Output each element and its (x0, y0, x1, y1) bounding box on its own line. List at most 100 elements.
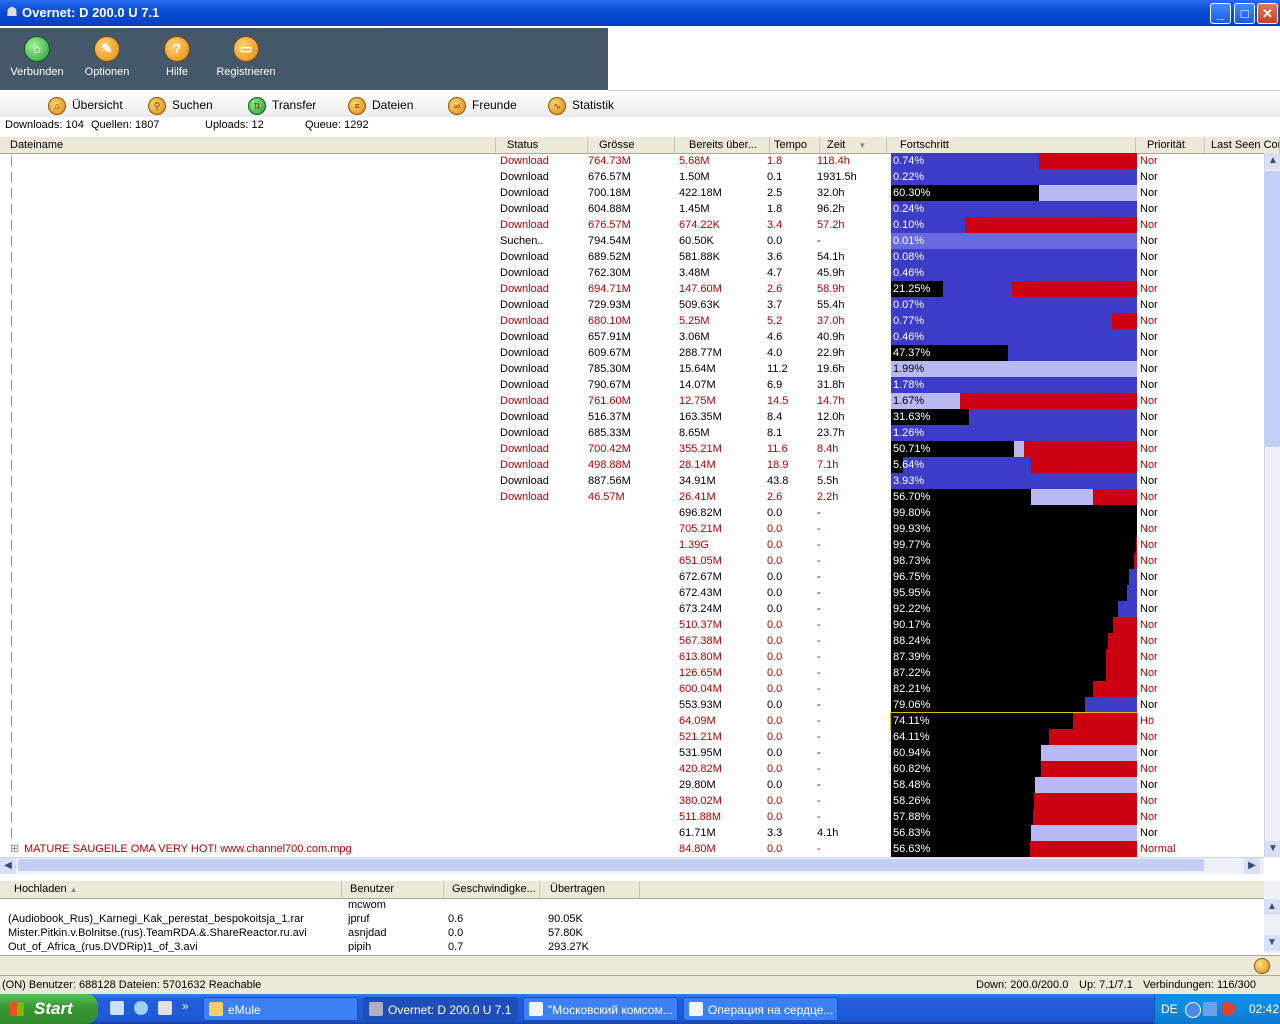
table-row[interactable]: | Download 785.30M 15.64M 11.2 19.6h 1.99% Nor (0, 361, 1264, 377)
expand-icon[interactable]: ⊞ (10, 841, 19, 857)
table-row[interactable]: | 567.38M 0.0 - 88.24% Nor (0, 633, 1264, 649)
table-row[interactable]: | Download 761.60M 12.75M 14.5 14.7h 1.67% Nor (0, 393, 1264, 409)
task-overnet[interactable]: Overnet: D 200.0 U 7.1 (363, 997, 518, 1021)
column-size[interactable]: Grösse (595, 137, 675, 153)
table-row[interactable]: | 553.93M 0.0 - 79.06% Nor (0, 697, 1264, 713)
table-row[interactable]: | 420.82M 0.0 - 60.82% Nor (0, 761, 1264, 777)
close-button[interactable]: ✕ (1257, 3, 1278, 24)
table-row[interactable]: | 705.21M 0.0 - 99.93% Nor (0, 521, 1264, 537)
tab-overview[interactable]: ⌂ Übersicht (48, 96, 123, 115)
table-row[interactable]: | Download 680.10M 5.25M 5.2 37.0h 0.77% Nor (0, 313, 1264, 329)
chevron-icon[interactable]: » (182, 999, 189, 1013)
table-row[interactable]: | 521.21M 0.0 - 64.11% Nor (0, 729, 1264, 745)
upload-row[interactable]: Out_of_Africa_(rus.DVDRip)1_of_3.avi pipi… (0, 940, 1264, 952)
table-row[interactable]: | Download 498.88M 28.14M 18.9 7.1h 5.64% Nor (0, 457, 1264, 473)
tab-friends[interactable]: ∞ Freunde (448, 96, 517, 115)
table-row[interactable]: | 672.43M 0.0 - 95.95% Nor (0, 585, 1264, 601)
table-row[interactable]: | 672.67M 0.0 - 96.75% Nor (0, 569, 1264, 585)
scroll-left-icon[interactable]: ◀ (0, 858, 16, 874)
table-row[interactable]: | Download 694.71M 147.60M 2.6 58.9h 21.25% Nor (0, 281, 1264, 297)
table-row[interactable]: | Download 790.67M 14.07M 6.9 31.8h 1.78% Nor (0, 377, 1264, 393)
column-user[interactable]: Benutzer (346, 881, 444, 898)
column-speed[interactable]: Tempo (770, 137, 820, 153)
tray-arrow-icon[interactable] (1185, 1002, 1201, 1018)
task-document-1[interactable]: "Московский комсом... (523, 997, 678, 1021)
table-row[interactable]: | Download 762.30M 3.48M 4.7 45.9h 0.46% Nor (0, 265, 1264, 281)
table-row[interactable]: | Download 676.57M 1.50M 0.1 1931.5h 0.22% Nor (0, 169, 1264, 185)
table-row[interactable]: | 1.39G 0.0 - 99.77% Nor (0, 537, 1264, 553)
table-row[interactable]: ⊞ MATURE SAUGEILE OMA VERY HOT! www.chann… (0, 841, 1264, 857)
upload-row[interactable]: mcwom (0, 898, 1264, 912)
horizontal-scroll-thumb[interactable] (18, 859, 1204, 871)
table-row[interactable]: | Download 700.18M 422.18M 2.5 32.0h 60.30% Nor (0, 185, 1264, 201)
column-priority[interactable]: Priorität (1143, 137, 1205, 153)
column-time[interactable]: Zeit ▼ (823, 137, 887, 153)
register-button[interactable]: ▭ Registrieren (214, 34, 278, 78)
help-button[interactable]: ? Hilfe (145, 34, 209, 78)
table-row[interactable]: | Download 887.56M 34.91M 43.8 5.5h 3.93% Nor (0, 473, 1264, 489)
table-row[interactable]: | Download 729.93M 509.63K 3.7 55.4h 0.07% Nor (0, 297, 1264, 313)
table-row[interactable]: | 531.95M 0.0 - 60.94% Nor (0, 745, 1264, 761)
tab-statistics[interactable]: ∿ Statistik (548, 96, 614, 115)
table-row[interactable]: | Download 604.88M 1.45M 1.8 96.2h 0.24% Nor (0, 201, 1264, 217)
scroll-right-icon[interactable]: ▶ (1244, 858, 1260, 874)
table-row[interactable]: | Download 516.37M 163.35M 8.4 12.0h 31.63% Nor (0, 409, 1264, 425)
ie-icon[interactable] (134, 1001, 148, 1015)
column-last-seen[interactable]: Last Seen Com (1207, 137, 1280, 153)
start-button[interactable]: Start (0, 994, 98, 1024)
table-row[interactable]: | Download 685.33M 8.65M 8.1 23.7h 1.26% Nor (0, 425, 1264, 441)
connected-button[interactable]: ⌂ Verbunden (5, 34, 69, 78)
table-row[interactable]: | Download 609.67M 288.77M 4.0 22.9h 47.37% Nor (0, 345, 1264, 361)
table-row[interactable]: | Download 700.42M 355.21M 11.6 8.4h 50.71% Nor (0, 441, 1264, 457)
vertical-scroll-thumb[interactable] (1264, 171, 1280, 447)
scroll-down-icon[interactable]: ▼ (1265, 841, 1280, 857)
table-row[interactable]: | 673.24M 0.0 - 92.22% Nor (0, 601, 1264, 617)
minimize-button[interactable]: _ (1210, 3, 1231, 24)
outlook-icon[interactable] (110, 1001, 124, 1015)
table-row[interactable]: | Download 764.73M 5.68M 1.8 118.4h 0.74% Nor (0, 153, 1264, 169)
task-emule[interactable]: eMule (203, 997, 358, 1021)
scroll-up-icon[interactable]: ▲ (1265, 153, 1280, 169)
show-desktop-icon[interactable] (158, 1001, 172, 1015)
task-document-2[interactable]: Операция на сердце... (683, 997, 838, 1021)
table-row[interactable]: | Suchen.. 794.54M 60.50K 0.0 - 0.01% Nor (0, 233, 1264, 249)
upload-scroll-down-icon[interactable]: ▼ (1264, 935, 1280, 951)
column-progress[interactable]: Fortschritt (896, 137, 1136, 153)
table-row[interactable]: | 651.05M 0.0 - 98.73% Nor (0, 553, 1264, 569)
upload-row[interactable]: (Audiobook_Rus)_Karnegi_Kak_perestat_bes… (0, 912, 1264, 926)
table-row[interactable]: | 510.37M 0.0 - 90.17% Nor (0, 617, 1264, 633)
upload-scrollbar[interactable]: ▲ ▼ (1264, 881, 1280, 953)
table-row[interactable]: | 511.88M 0.0 - 57.88% Nor (0, 809, 1264, 825)
tab-search[interactable]: ⚲ Suchen (148, 96, 213, 115)
tab-transfer[interactable]: ⇅ Transfer (248, 96, 316, 115)
table-row[interactable]: | Download 46.57M 26.41M 2.6 2.2h 56.70% Nor (0, 489, 1264, 505)
download-list[interactable]: | Download 764.73M 5.68M 1.8 118.4h 0.74% Nor | D… (0, 153, 1264, 857)
upload-scroll-up-icon[interactable]: ▲ (1264, 899, 1280, 915)
tab-files[interactable]: ≡ Dateien (348, 96, 413, 115)
table-row[interactable]: | 696.82M 0.0 - 99.80% Nor (0, 505, 1264, 521)
column-status[interactable]: Status (503, 137, 588, 153)
table-row[interactable]: | Download 676.57M 674.22K 3.4 57.2h 0.10% Nor (0, 217, 1264, 233)
maximize-button[interactable]: □ (1234, 3, 1255, 24)
table-row[interactable]: | 29.80M 0.0 - 58.48% Nor (0, 777, 1264, 793)
column-uploaded[interactable]: Übertragen (546, 881, 640, 898)
table-row[interactable]: | 61.71M 3.3 4.1h 56.83% Nor (0, 825, 1264, 841)
network-tray-icon[interactable] (1203, 1002, 1217, 1016)
column-filename[interactable]: Dateiname (6, 137, 496, 153)
upload-list[interactable]: mcwom (Audiobook_Rus)_Karnegi_Kak_peresta… (0, 898, 1264, 952)
column-upload-file[interactable]: Hochladen ▲ (10, 881, 342, 898)
table-row[interactable]: | 613.80M 0.0 - 87.39% Nor (0, 649, 1264, 665)
column-upload-speed[interactable]: Geschwindigke... (448, 881, 540, 898)
title-bar[interactable]: ☗ Overnet: D 200.0 U 7.1 _ □ ✕ (0, 0, 1280, 26)
column-transferred[interactable]: Bereits über... (685, 137, 770, 153)
upload-row[interactable]: Mister.Pitkin.v.Bolnitse.(rus).TeamRDA.&… (0, 926, 1264, 940)
language-indicator[interactable]: DE (1161, 994, 1178, 1024)
security-tray-icon[interactable] (1221, 1002, 1235, 1016)
table-row[interactable]: | 380.02M 0.0 - 58.26% Nor (0, 793, 1264, 809)
table-row[interactable]: | 64.09M 0.0 - 74.11% Hö (0, 712, 1264, 730)
table-row[interactable]: | 600.04M 0.0 - 82.21% Nor (0, 681, 1264, 697)
table-row[interactable]: | Download 657.91M 3.06M 4.6 40.9h 0.46% Nor (0, 329, 1264, 345)
table-row[interactable]: | Download 689.52M 581.88K 3.6 54.1h 0.08% Nor (0, 249, 1264, 265)
table-row[interactable]: | 126.65M 0.0 - 87.22% Nor (0, 665, 1264, 681)
options-button[interactable]: ✎ Optionen (75, 34, 139, 78)
